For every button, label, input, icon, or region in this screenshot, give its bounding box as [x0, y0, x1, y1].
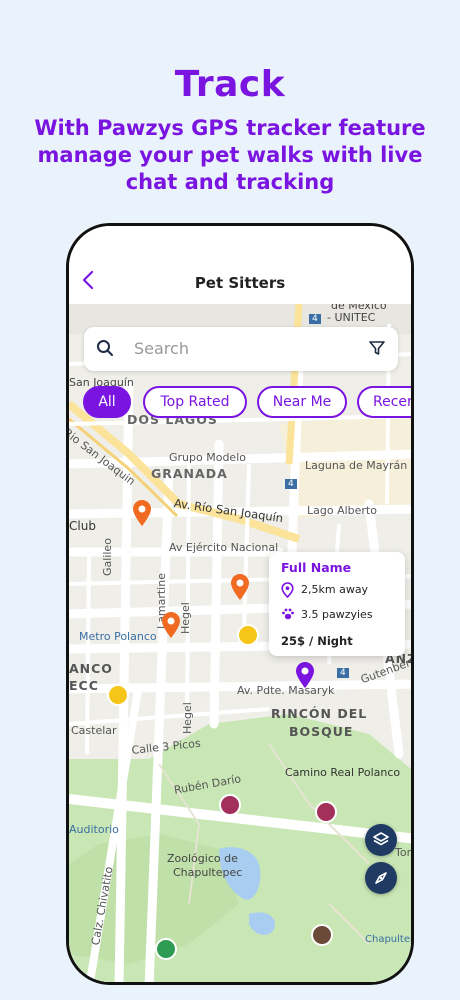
- map-label: Metro Polanco: [79, 630, 157, 643]
- sitter-distance-row: 2,5km away: [281, 582, 401, 598]
- phone-frame: Pet Sitters DOS LAGOS GRANADA Grupo Mode…: [66, 223, 414, 985]
- compass-button[interactable]: [365, 862, 397, 894]
- sitter-rating-row: 3.5 pawzyies: [281, 607, 401, 623]
- map-label: Camino Real Polanco: [285, 766, 401, 779]
- layers-button[interactable]: [365, 824, 397, 856]
- search-bar[interactable]: Search: [84, 327, 398, 371]
- museum-icon[interactable]: [219, 794, 241, 816]
- restaurant-icon[interactable]: [237, 624, 259, 646]
- hero-subtitle: With Pawzys GPS tracker feature manage y…: [34, 116, 426, 194]
- route-shield: 4: [337, 668, 349, 678]
- sitter-rating: 3.5 pawzyies: [301, 608, 373, 621]
- map-label: Grupo Modelo: [169, 451, 246, 464]
- filter-chip-near-me[interactable]: Near Me: [257, 386, 347, 418]
- map-label: ECC: [69, 678, 99, 693]
- search-icon: [97, 340, 113, 356]
- map-label: Chapultepec: [173, 866, 243, 879]
- filter-chip-top-rated[interactable]: Top Rated: [143, 386, 247, 418]
- search-input[interactable]: Search: [134, 339, 189, 358]
- museum-icon[interactable]: [315, 801, 337, 823]
- restaurant-icon[interactable]: [107, 684, 129, 706]
- sitter-distance: 2,5km away: [301, 583, 369, 596]
- map-label: Hegel: [181, 702, 194, 734]
- sitter-pin[interactable]: [231, 574, 249, 600]
- map-label: Av Ejército Nacional: [169, 541, 279, 554]
- selected-sitter-pin[interactable]: [296, 662, 314, 688]
- map-label: - UNITEC: [327, 311, 376, 324]
- location-pin-icon: [281, 582, 294, 598]
- route-shield: 4: [285, 479, 297, 489]
- sitter-name: Full Name: [281, 560, 352, 575]
- paw-icon: [282, 608, 294, 620]
- tree-icon[interactable]: [155, 938, 177, 960]
- map-label: Lago Alberto: [307, 504, 377, 517]
- map-view[interactable]: DOS LAGOS GRANADA Grupo Modelo Rio San J…: [69, 304, 411, 982]
- map-label: Galileo: [101, 538, 114, 576]
- map-label: GRANADA: [151, 466, 228, 481]
- filter-chip-all[interactable]: All: [83, 386, 131, 418]
- binoculars-icon[interactable]: [311, 924, 333, 946]
- map-label: Zoológico de: [167, 852, 238, 865]
- map-label: Chapultepe: [365, 934, 411, 945]
- map-label: BOSQUE: [289, 724, 354, 739]
- filter-chip-recent[interactable]: Recer: [357, 386, 411, 418]
- route-shield: 4: [309, 314, 321, 324]
- map-label: ANCO: [69, 661, 113, 676]
- layers-icon: [373, 832, 389, 846]
- map-label: RINCÓN DEL: [271, 706, 368, 721]
- sitter-pin[interactable]: [133, 500, 151, 526]
- sitter-price: 25$ / Night: [281, 634, 353, 648]
- sitter-info-card[interactable]: Full Name 2,5km away 3.5 pawzyies 25$ / …: [269, 552, 405, 656]
- map-label: Hegel: [179, 602, 192, 634]
- map-label: Castelar: [71, 724, 117, 737]
- compass-icon: [375, 872, 387, 884]
- filter-icon[interactable]: [368, 339, 386, 357]
- map-label: Auditorio: [69, 823, 119, 836]
- page-title: Pet Sitters: [194, 274, 286, 292]
- map-label: de Mexico: [331, 304, 387, 312]
- filter-chips: All Top Rated Near Me Recer: [83, 386, 411, 420]
- map-label: Laguna de Mayrán: [305, 459, 408, 472]
- map-label: Club: [69, 519, 96, 533]
- map-label: Tor: [395, 846, 411, 859]
- hero-title: Track: [174, 64, 286, 105]
- sitter-pin[interactable]: [162, 612, 180, 638]
- app-header: Pet Sitters: [69, 226, 411, 304]
- map-label: Av. Pdte. Masaryk: [237, 684, 335, 697]
